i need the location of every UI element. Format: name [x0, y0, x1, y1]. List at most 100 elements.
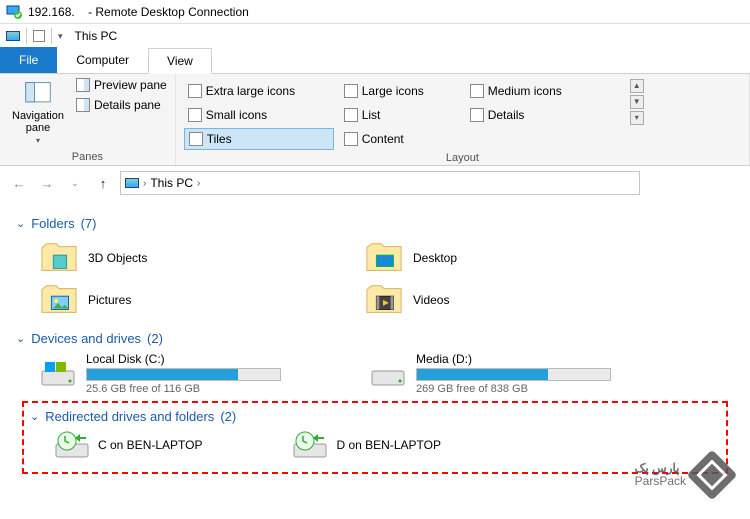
layout-list[interactable]: List [340, 104, 460, 126]
drive-icon [370, 359, 406, 389]
watermark-logo-icon [687, 450, 738, 501]
tiles-icon [189, 132, 203, 146]
drive-usage-bar [86, 368, 281, 381]
pc-icon [125, 178, 139, 188]
drive-local-c[interactable]: Local Disk (C:) 25.6 GB free of 116 GB [40, 352, 340, 395]
large-icons-icon [344, 84, 358, 98]
layout-scroller: ▲ ▼ ▾ [630, 78, 644, 126]
layout-large-icons[interactable]: Large icons [340, 80, 460, 102]
folder-label: Pictures [88, 293, 131, 307]
rdp-icon [6, 4, 22, 20]
nav-back-button[interactable]: ← [8, 172, 30, 194]
chevron-right-icon[interactable]: › [143, 178, 146, 189]
tab-view[interactable]: View [148, 48, 212, 74]
layout-tiles[interactable]: Tiles [184, 128, 334, 150]
folder-label: 3D Objects [88, 251, 147, 265]
extra-large-icons-icon [188, 84, 202, 98]
layout-scroll-up[interactable]: ▲ [630, 79, 644, 93]
drive-media-d[interactable]: Media (D:) 269 GB free of 838 GB [370, 352, 670, 395]
title-app: - Remote Desktop Connection [88, 5, 249, 19]
medium-icons-icon [470, 84, 484, 98]
drive-icon [40, 359, 76, 389]
quick-access-bar: ▾ This PC [0, 24, 750, 48]
folder-icon [40, 283, 78, 317]
nav-recent-dropdown[interactable]: ⌄ [64, 172, 86, 194]
section-header-folders[interactable]: ⌄ Folders (7) [16, 216, 734, 231]
chevron-down-icon: ⌄ [16, 332, 25, 345]
folder-3d-objects[interactable]: 3D Objects [40, 237, 285, 279]
details-pane-button[interactable]: Details pane [76, 98, 167, 112]
ribbon-group-title-layout: Layout [184, 150, 741, 164]
details-pane-label: Details pane [94, 98, 161, 112]
navigation-pane-label: Navigation pane [8, 110, 68, 134]
folder-label: Desktop [413, 251, 457, 265]
folder-icon [365, 241, 403, 275]
separator [26, 28, 27, 44]
tab-file[interactable]: File [0, 47, 57, 73]
section-title-redirected: Redirected drives and folders [45, 409, 214, 424]
qat-checkbox[interactable] [33, 30, 45, 42]
layout-medium-icons[interactable]: Medium icons [466, 80, 616, 102]
layout-details[interactable]: Details [466, 104, 616, 126]
watermark: پارس پک ParsPack [635, 457, 730, 493]
drive-usage-bar [416, 368, 611, 381]
section-count-redirected: (2) [220, 409, 236, 424]
navigation-pane-icon [24, 80, 52, 108]
layout-extra-large-icons[interactable]: Extra large icons [184, 80, 334, 102]
section-header-redirected[interactable]: ⌄ Redirected drives and folders (2) [30, 409, 720, 424]
breadcrumb-this-pc[interactable]: This PC [150, 176, 193, 190]
section-count-folders: (7) [81, 216, 97, 231]
redirected-drive-d[interactable]: D on BEN-LAPTOP [292, 430, 440, 460]
chevron-right-icon[interactable]: › [197, 178, 200, 189]
details-pane-icon [76, 98, 90, 112]
pc-icon[interactable] [6, 31, 20, 41]
redirected-highlight-box: ⌄ Redirected drives and folders (2) C on… [22, 401, 728, 474]
qat-dropdown-icon[interactable]: ▾ [58, 31, 63, 42]
folder-icon [40, 241, 78, 275]
folder-label: Videos [413, 293, 449, 307]
title-ip: 192.168. [28, 5, 75, 19]
ribbon-group-title-panes: Panes [8, 149, 167, 163]
preview-pane-button[interactable]: Preview pane [76, 78, 167, 92]
address-bar[interactable]: › This PC › [120, 171, 640, 195]
layout-options-grid: Extra large icons Large icons Medium ico… [184, 78, 616, 150]
chevron-down-icon: ⌄ [16, 217, 25, 230]
ribbon-body: Navigation pane ▾ Preview pane Details p… [0, 74, 750, 166]
navigation-pane-button[interactable]: Navigation pane ▾ [8, 78, 68, 145]
tab-computer[interactable]: Computer [57, 47, 148, 73]
section-count-devices: (2) [147, 331, 163, 346]
location-title: This PC [75, 29, 118, 43]
chevron-down-icon: ⌄ [30, 410, 39, 423]
folder-pictures[interactable]: Pictures [40, 279, 285, 321]
ribbon-group-panes: Navigation pane ▾ Preview pane Details p… [0, 74, 176, 165]
folder-icon [365, 283, 403, 317]
redirected-drive-label: C on BEN-LAPTOP [98, 438, 202, 452]
ribbon-tabs: File Computer View [0, 48, 750, 74]
ribbon-group-layout: Extra large icons Large icons Medium ico… [176, 74, 750, 165]
redirected-drive-label: D on BEN-LAPTOP [336, 438, 440, 452]
details-icon [470, 108, 484, 122]
drive-name: Local Disk (C:) [86, 352, 340, 366]
list-icon [344, 108, 358, 122]
section-header-devices[interactable]: ⌄ Devices and drives (2) [16, 331, 734, 346]
content-pane: ⌄ Folders (7) 3D Objects Desktop Picture… [0, 200, 750, 480]
layout-small-icons[interactable]: Small icons [184, 104, 334, 126]
redirected-drive-icon [54, 430, 90, 460]
folder-videos[interactable]: Videos [365, 279, 610, 321]
redirected-drive-c[interactable]: C on BEN-LAPTOP [54, 430, 202, 460]
layout-content[interactable]: Content [340, 128, 460, 150]
dropdown-arrow-icon: ▾ [36, 136, 40, 145]
drive-free-text: 269 GB free of 838 GB [416, 383, 670, 395]
nav-up-button[interactable]: ↑ [92, 172, 114, 194]
preview-pane-label: Preview pane [94, 78, 167, 92]
watermark-text-en: ParsPack [635, 475, 686, 488]
title-bar: 192.168. - Remote Desktop Connection [0, 0, 750, 24]
address-row: ← → ⌄ ↑ › This PC › [0, 166, 750, 200]
small-icons-icon [188, 108, 202, 122]
separator [51, 28, 52, 44]
folder-desktop[interactable]: Desktop [365, 237, 610, 279]
section-title-folders: Folders [31, 216, 74, 231]
nav-forward-button[interactable]: → [36, 172, 58, 194]
layout-scroll-down[interactable]: ▼ [630, 95, 644, 109]
layout-expand[interactable]: ▾ [630, 111, 644, 125]
